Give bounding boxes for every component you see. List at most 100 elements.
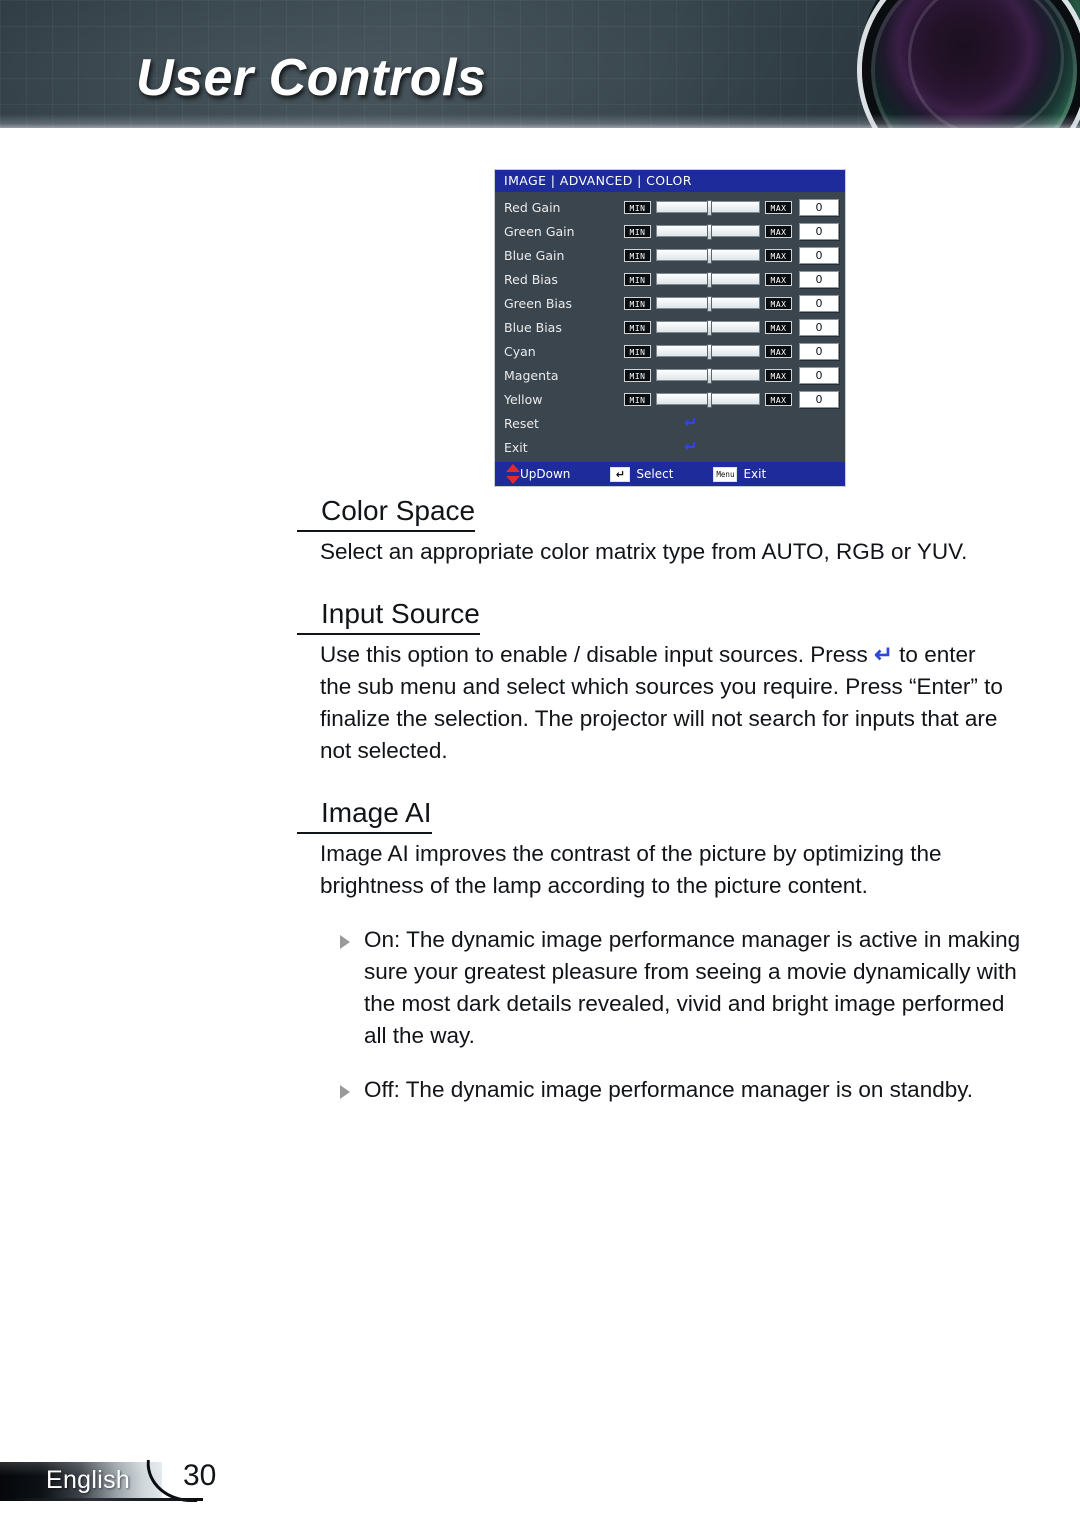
enter-arrow-icon[interactable]: ↵ xyxy=(684,415,697,431)
slider-thumb[interactable] xyxy=(706,248,712,264)
osd-hint-exit: Menu Exit xyxy=(713,466,767,482)
max-button[interactable]: MAX xyxy=(765,272,792,286)
triangle-bullet-icon xyxy=(340,1085,350,1099)
value-field[interactable]: 0 xyxy=(799,222,839,240)
osd-row-blue-bias[interactable]: Blue Bias MIN MAX 0 xyxy=(495,315,845,339)
list-item-text: On: The dynamic image performance manage… xyxy=(364,927,1021,1048)
slider-track[interactable] xyxy=(656,248,760,264)
camera-lens-inner-ring-icon xyxy=(908,0,1064,128)
osd-row-green-gain[interactable]: Green Gain MIN MAX 0 xyxy=(495,219,845,243)
value-field[interactable]: 0 xyxy=(799,294,839,312)
page-header-banner: User Controls xyxy=(0,0,1080,128)
section-input-source: Input Source xyxy=(0,598,1080,639)
min-button[interactable]: MIN xyxy=(624,344,651,358)
max-button[interactable]: MAX xyxy=(765,392,792,406)
list-item: Off: The dynamic image performance manag… xyxy=(337,1074,1029,1106)
osd-hint-updown: UpDown xyxy=(506,464,571,484)
image-ai-options-list: On: The dynamic image performance manage… xyxy=(0,924,1080,1106)
slider-track[interactable] xyxy=(656,368,760,384)
value-field[interactable]: 0 xyxy=(799,318,839,336)
value-field[interactable]: 0 xyxy=(799,270,839,288)
slider-thumb[interactable] xyxy=(706,272,712,288)
min-button[interactable]: MIN xyxy=(624,272,651,286)
osd-row-label: Green Gain xyxy=(504,223,575,239)
osd-row-red-bias[interactable]: Red Bias MIN MAX 0 xyxy=(495,267,845,291)
section-body: Use this option to enable / disable inpu… xyxy=(320,639,1010,767)
max-button[interactable]: MAX xyxy=(765,224,792,238)
slider-thumb[interactable] xyxy=(706,320,712,336)
osd-row-red-gain[interactable]: Red Gain MIN MAX 0 xyxy=(495,195,845,219)
osd-row-reset[interactable]: Reset ↵ xyxy=(495,411,845,435)
section-image-ai: Image AI xyxy=(0,797,1080,838)
value-field[interactable]: 0 xyxy=(799,342,839,360)
enter-arrow-icon: ↵ xyxy=(874,642,893,667)
min-button[interactable]: MIN xyxy=(624,320,651,334)
slider-thumb[interactable] xyxy=(706,200,712,216)
page-footer: English 30 xyxy=(0,1459,1080,1506)
slider-thumb[interactable] xyxy=(706,296,712,312)
osd-row-magenta[interactable]: Magenta MIN MAX 0 xyxy=(495,363,845,387)
max-button[interactable]: MAX xyxy=(765,248,792,262)
slider-track[interactable] xyxy=(656,272,760,288)
section-body: Select an appropriate color matrix type … xyxy=(320,539,968,564)
body-text-pre: Use this option to enable / disable inpu… xyxy=(320,642,875,667)
slider-track[interactable] xyxy=(656,344,760,360)
value-field[interactable]: 0 xyxy=(799,366,839,384)
section-heading: Image AI xyxy=(297,797,432,834)
slider-thumb[interactable] xyxy=(706,224,712,240)
page-title: User Controls xyxy=(136,49,487,107)
osd-hint-label: UpDown xyxy=(520,467,571,481)
section-body: Image AI improves the contrast of the pi… xyxy=(320,841,942,898)
osd-row-label: Magenta xyxy=(504,367,559,383)
menu-key-icon: Menu xyxy=(713,466,738,482)
min-button[interactable]: MIN xyxy=(624,200,651,214)
list-item: On: The dynamic image performance manage… xyxy=(337,924,1029,1052)
footer-underline xyxy=(0,1498,203,1501)
osd-row-label: Red Bias xyxy=(504,271,558,287)
enter-arrow-icon[interactable]: ↵ xyxy=(684,439,697,455)
value-field[interactable]: 0 xyxy=(799,390,839,408)
page-number: 30 xyxy=(183,1459,217,1492)
min-button[interactable]: MIN xyxy=(624,296,651,310)
slider-thumb[interactable] xyxy=(706,344,712,360)
slider-track[interactable] xyxy=(656,224,760,240)
osd-row-cyan[interactable]: Cyan MIN MAX 0 xyxy=(495,339,845,363)
osd-row-yellow[interactable]: Yellow MIN MAX 0 xyxy=(495,387,845,411)
slider-track[interactable] xyxy=(656,320,760,336)
min-button[interactable]: MIN xyxy=(624,224,651,238)
slider-thumb[interactable] xyxy=(706,368,712,384)
osd-row-blue-gain[interactable]: Blue Gain MIN MAX 0 xyxy=(495,243,845,267)
max-button[interactable]: MAX xyxy=(765,200,792,214)
article-content: Color Space Select an appropriate color … xyxy=(0,495,1080,1106)
osd-row-exit[interactable]: Exit ↵ xyxy=(495,435,845,459)
max-button[interactable]: MAX xyxy=(765,320,792,334)
osd-status-bar: UpDown ↵ Select Menu Exit xyxy=(495,462,845,486)
osd-row-label: Blue Bias xyxy=(504,319,562,335)
max-button[interactable]: MAX xyxy=(765,344,792,358)
value-field[interactable]: 0 xyxy=(799,198,839,216)
enter-key-icon: ↵ xyxy=(610,466,631,482)
value-field[interactable]: 0 xyxy=(799,246,839,264)
osd-row-label: Reset xyxy=(504,415,539,431)
slider-thumb[interactable] xyxy=(706,392,712,408)
osd-row-label: Green Bias xyxy=(504,295,573,311)
osd-row-green-bias[interactable]: Green Bias MIN MAX 0 xyxy=(495,291,845,315)
min-button[interactable]: MIN xyxy=(624,392,651,406)
min-button[interactable]: MIN xyxy=(624,368,651,382)
max-button[interactable]: MAX xyxy=(765,296,792,310)
section-heading: Color Space xyxy=(297,495,476,532)
osd-menu: IMAGE | ADVANCED | COLOR Red Gain MIN MA… xyxy=(494,169,846,487)
osd-hint-label: Select xyxy=(636,467,674,481)
osd-rows-container: Red Gain MIN MAX 0 Green Gain MIN MAX 0 … xyxy=(495,192,845,459)
slider-track[interactable] xyxy=(656,200,760,216)
max-button[interactable]: MAX xyxy=(765,368,792,382)
language-tab: English xyxy=(0,1462,162,1498)
osd-hint-label: Exit xyxy=(743,467,767,481)
list-item-text: Off: The dynamic image performance manag… xyxy=(364,1077,974,1102)
min-button[interactable]: MIN xyxy=(624,248,651,262)
osd-breadcrumb-title: IMAGE | ADVANCED | COLOR xyxy=(495,170,845,192)
slider-track[interactable] xyxy=(656,392,760,408)
slider-track[interactable] xyxy=(656,296,760,312)
osd-row-label: Exit xyxy=(504,439,528,455)
osd-row-label: Red Gain xyxy=(504,199,561,215)
